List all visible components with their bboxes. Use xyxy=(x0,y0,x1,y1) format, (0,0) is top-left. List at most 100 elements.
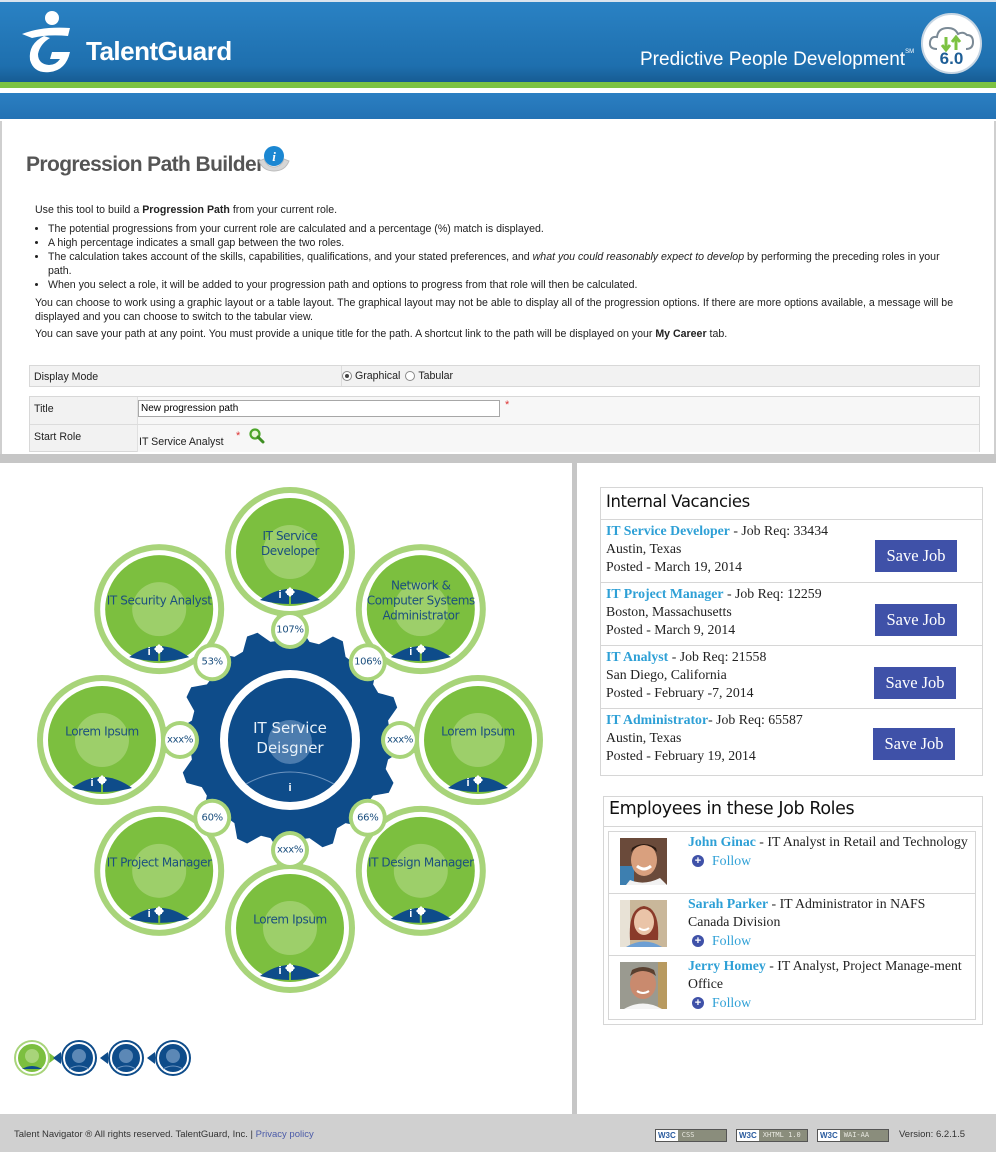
save-job-button[interactable]: Save Job xyxy=(873,728,955,760)
bullet-item: A high percentage indicates a small gap … xyxy=(48,236,955,250)
avatar[interactable] xyxy=(620,838,667,885)
my-career-tab-ref: My Career xyxy=(655,328,707,340)
employee-name-link[interactable]: John Ginac xyxy=(688,834,756,849)
role-node-highlight xyxy=(393,843,448,898)
vacancy-role-link[interactable]: IT Administrator xyxy=(606,712,708,727)
vacancy-req: - Job Req: 12259 xyxy=(723,586,822,601)
page-title: Progression Path Builder xyxy=(26,153,264,176)
plus-circle-icon: + xyxy=(692,997,704,1009)
match-percentage: 60% xyxy=(201,812,224,824)
w3c-css-badge[interactable]: W3C CSS xyxy=(655,1129,727,1142)
vacancy-item: IT Analyst - Job Req: 21558 San Diego, C… xyxy=(601,646,982,709)
save-job-button[interactable]: Save Job xyxy=(874,667,956,699)
move-arrows-icon xyxy=(154,644,165,655)
path-step-connector xyxy=(147,1052,155,1064)
save-job-button[interactable]: Save Job xyxy=(875,540,957,572)
intro-bullets: The potential progressions from your cur… xyxy=(48,222,955,292)
move-icon[interactable] xyxy=(154,644,184,660)
employee-name-link[interactable]: Sarah Parker xyxy=(688,896,768,911)
follow-button[interactable]: + Follow xyxy=(692,932,751,950)
role-node-label: IT Project Manager xyxy=(106,855,212,870)
vacancy-role-link[interactable]: IT Service Developer xyxy=(606,523,730,538)
move-icon[interactable] xyxy=(154,905,184,922)
header-accent-stripe xyxy=(0,82,996,88)
plus-circle-icon: + xyxy=(692,855,704,867)
version-number: 6.0 xyxy=(939,49,964,68)
w3c-logo: W3C xyxy=(818,1130,840,1141)
display-mode-label: Display Mode xyxy=(34,371,99,383)
employee-text: John Ginac - IT Analyst in Retail and Te… xyxy=(688,833,968,870)
nav-bar xyxy=(0,93,996,119)
path-step-head xyxy=(72,1049,86,1063)
move-icon[interactable] xyxy=(473,775,503,791)
follow-label: Follow xyxy=(712,933,752,948)
role-node-highlight xyxy=(132,843,187,898)
path-step-head xyxy=(166,1049,180,1063)
employee-text: Jerry Homey - IT Analyst, Project Manage… xyxy=(688,957,968,1012)
radio-graphical-dot[interactable] xyxy=(342,371,352,381)
role-node-label: IT Service Developer xyxy=(260,529,320,558)
center-role-line: IT Service xyxy=(253,719,327,737)
vacancy-role-link[interactable]: IT Project Manager xyxy=(606,586,724,601)
move-icon[interactable] xyxy=(97,775,127,791)
plus-circle-icon: + xyxy=(692,935,704,947)
radio-graphical[interactable]: Graphical xyxy=(342,370,400,382)
move-arrows-icon xyxy=(473,775,483,785)
match-percentage: 107% xyxy=(276,624,304,636)
internal-vacancies-panel: Internal Vacancies IT Service Developer … xyxy=(600,487,983,776)
start-role-cell: IT Service Analyst * xyxy=(137,425,979,452)
role-node-label: Lorem Ipsum xyxy=(441,724,515,739)
w3c-wai-badge[interactable]: W3C WAI-AA xyxy=(817,1129,889,1142)
move-icon[interactable] xyxy=(285,963,315,979)
layout-paragraph: You can choose to work using a graphic l… xyxy=(35,297,954,323)
move-icon[interactable] xyxy=(415,644,446,660)
employee-name-link[interactable]: Jerry Homey xyxy=(688,958,766,973)
progression-diagram: IT Service Deisgner i i IT Service Developer… xyxy=(0,463,572,1114)
avatar[interactable] xyxy=(620,962,667,1009)
follow-button[interactable]: + Follow xyxy=(692,994,751,1012)
vacancy-req: - Job Req: 21558 xyxy=(668,649,767,664)
w3c-logo: W3C xyxy=(737,1130,759,1141)
center-info-button[interactable]: i xyxy=(275,780,305,796)
w3c-xhtml-badge[interactable]: W3C XHTML 1.0 xyxy=(736,1129,808,1142)
avatar[interactable] xyxy=(620,900,667,947)
radio-tabular[interactable]: Tabular xyxy=(405,370,453,382)
badge-text: XHTML 1.0 xyxy=(762,1131,801,1139)
title-label: Title xyxy=(34,403,54,415)
role-node-highlight xyxy=(75,713,129,767)
follow-button[interactable]: + Follow xyxy=(692,852,751,870)
bullet-item: When you select a role, it will be added… xyxy=(48,278,955,292)
employees-title: Employees in these Job Roles xyxy=(604,797,982,827)
title-input[interactable] xyxy=(138,400,500,417)
svg-text:i: i xyxy=(272,149,276,164)
role-node-label: Network & Computer Systems Administrator xyxy=(366,578,475,623)
badge-text: CSS xyxy=(681,1131,695,1139)
column-divider xyxy=(572,463,577,1114)
required-marker: * xyxy=(505,399,510,411)
follow-label: Follow xyxy=(712,853,752,868)
vacancy-req: - Job Req: 65587 xyxy=(708,712,803,727)
privacy-policy-link[interactable]: Privacy policy xyxy=(256,1129,314,1140)
search-icon[interactable] xyxy=(248,428,266,444)
employee-item: Jerry Homey - IT Analyst, Project Manage… xyxy=(609,956,975,1018)
role-node-highlight xyxy=(451,713,505,767)
match-percentage: 53% xyxy=(201,656,224,668)
radio-tabular-dot[interactable] xyxy=(405,371,416,381)
radio-graphical-label: Graphical xyxy=(355,370,401,382)
w3c-logo: W3C xyxy=(656,1130,678,1141)
footer-copyright: Talent Navigator ® All rights reserved. … xyxy=(14,1129,314,1140)
move-icon[interactable] xyxy=(415,905,446,922)
move-icon[interactable] xyxy=(285,587,315,603)
role-node-label: IT Security Analyst xyxy=(106,593,212,608)
employees-panel: Employees in these Job Roles John Ginac … xyxy=(603,796,983,1025)
app-header: TalentGuard Predictive People Developmen… xyxy=(0,0,996,121)
vacancy-item: IT Administrator- Job Req: 65587 Austin,… xyxy=(601,709,982,772)
app-version: Version: 6.2.1.5 xyxy=(899,1129,966,1140)
save-job-button[interactable]: Save Job xyxy=(875,604,957,636)
move-arrows-icon xyxy=(97,775,107,785)
vacancy-role-link[interactable]: IT Analyst xyxy=(606,649,668,664)
path-details-form: Title * Start Role IT Service Analyst * xyxy=(29,396,980,452)
service-mark: SM xyxy=(905,49,915,55)
info-icon[interactable]: i xyxy=(257,145,291,173)
follow-label: Follow xyxy=(712,995,752,1010)
